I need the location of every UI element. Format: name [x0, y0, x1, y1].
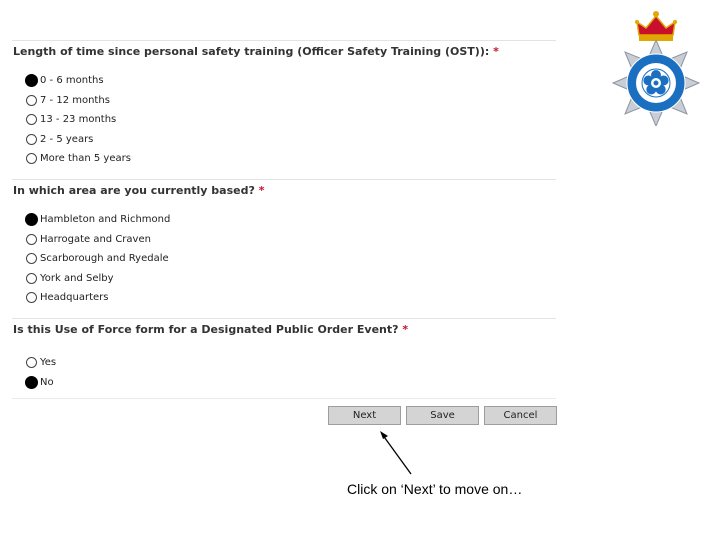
radio-label[interactable]: No: [40, 377, 54, 388]
radio-button[interactable]: [26, 94, 37, 106]
radio-button[interactable]: [25, 213, 38, 227]
radio-label[interactable]: York and Selby: [40, 273, 114, 284]
crown-icon: [635, 11, 677, 41]
required-marker: *: [258, 184, 265, 197]
radio-button[interactable]: [26, 114, 37, 126]
radio-button[interactable]: [26, 272, 37, 284]
radio-group-ost: 0 - 6 months 7 - 12 months 13 - 23 month…: [12, 71, 556, 169]
radio-button[interactable]: [26, 153, 37, 165]
question-area: In which area are you currently based? *…: [12, 179, 556, 318]
radio-label[interactable]: Harrogate and Craven: [40, 234, 151, 245]
radio-label[interactable]: 13 - 23 months: [40, 114, 116, 125]
radio-option[interactable]: 13 - 23 months: [26, 110, 556, 130]
radio-button[interactable]: [26, 253, 37, 265]
radio-button[interactable]: [25, 74, 38, 88]
question-label: Length of time since personal safety tra…: [13, 45, 499, 58]
radio-group-area: Hambleton and Richmond Harrogate and Cra…: [12, 210, 556, 308]
radio-option[interactable]: No: [25, 373, 556, 393]
question-public-order: Is this Use of Force form for a Designat…: [12, 318, 556, 397]
required-marker: *: [402, 323, 409, 336]
radio-option[interactable]: 0 - 6 months: [25, 71, 556, 91]
cancel-button[interactable]: Cancel: [484, 406, 557, 425]
radio-label[interactable]: 2 - 5 years: [40, 134, 93, 145]
radio-option[interactable]: Scarborough and Ryedale: [26, 249, 556, 269]
radio-option[interactable]: 2 - 5 years: [26, 130, 556, 150]
form-divider: [12, 398, 556, 399]
question-label: In which area are you currently based? *: [13, 184, 265, 197]
radio-label[interactable]: Scarborough and Ryedale: [40, 253, 169, 264]
radio-group-public-order: Yes No: [12, 353, 556, 392]
radio-option[interactable]: Hambleton and Richmond: [25, 210, 556, 230]
radio-label[interactable]: Hambleton and Richmond: [40, 214, 170, 225]
save-button[interactable]: Save: [406, 406, 479, 425]
next-button[interactable]: Next: [328, 406, 401, 425]
radio-button[interactable]: [25, 375, 38, 389]
radio-option[interactable]: Headquarters: [26, 288, 556, 308]
radio-option[interactable]: Harrogate and Craven: [26, 230, 556, 250]
radio-label[interactable]: 7 - 12 months: [40, 95, 110, 106]
radio-button[interactable]: [26, 357, 37, 369]
radio-option[interactable]: Yes: [26, 353, 556, 373]
radio-button[interactable]: [26, 233, 37, 245]
radio-label[interactable]: 0 - 6 months: [40, 75, 104, 86]
radio-label[interactable]: Headquarters: [40, 292, 108, 303]
radio-option[interactable]: 7 - 12 months: [26, 91, 556, 111]
form-actions: Next Save Cancel: [328, 406, 562, 425]
police-crest-icon: [611, 11, 701, 126]
radio-option[interactable]: York and Selby: [26, 269, 556, 289]
question-ost: Length of time since personal safety tra…: [12, 40, 556, 179]
radio-label[interactable]: More than 5 years: [40, 153, 131, 164]
radio-button[interactable]: [26, 133, 37, 145]
required-marker: *: [493, 45, 499, 58]
callout-arrow-icon: [380, 431, 412, 475]
radio-option[interactable]: More than 5 years: [26, 149, 556, 169]
radio-button[interactable]: [26, 292, 37, 304]
use-of-force-form: Length of time since personal safety tra…: [12, 40, 556, 397]
question-label: Is this Use of Force form for a Designat…: [13, 323, 409, 336]
instruction-callout: Click on ‘Next’ to move on…: [347, 481, 523, 497]
radio-label[interactable]: Yes: [40, 357, 56, 368]
